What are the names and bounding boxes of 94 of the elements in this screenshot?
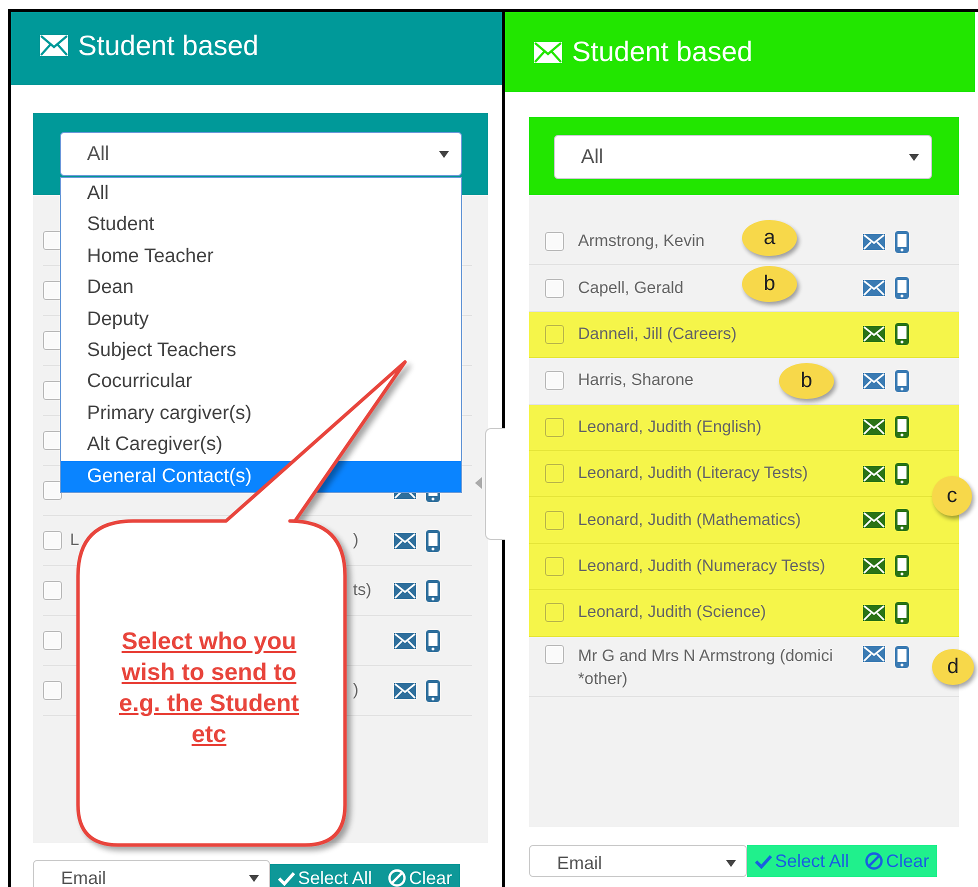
phone-icon[interactable]: [426, 630, 440, 652]
dropdown-option[interactable]: Primary cargiver(s): [61, 398, 461, 430]
phone-icon[interactable]: [895, 509, 909, 532]
recipient-name: L: [70, 530, 80, 551]
phone-icon[interactable]: [895, 646, 909, 668]
panel-title: Student based: [572, 36, 753, 68]
caret-icon: [909, 154, 919, 160]
checkbox[interactable]: [545, 324, 564, 344]
recipient-name: ): [353, 681, 358, 700]
checkbox[interactable]: [545, 510, 564, 530]
phone-icon[interactable]: [895, 555, 909, 578]
mail-icon[interactable]: [863, 604, 885, 621]
recipient-name: Mr G and Mrs N Armstrong (domici *other): [578, 646, 833, 690]
filter-select[interactable]: All: [60, 132, 462, 176]
phone-icon[interactable]: [426, 530, 440, 552]
recipient-name: Leonard, Judith (English): [578, 416, 762, 438]
caret-icon: [439, 150, 449, 158]
phone-icon[interactable]: [895, 416, 909, 438]
phone-icon[interactable]: [895, 230, 909, 253]
callout-text: Select who you wish to send to e.g. the Student etc: [118, 627, 300, 750]
checkbox[interactable]: [545, 644, 564, 664]
clear-icon: [388, 869, 406, 887]
phone-icon[interactable]: [895, 462, 909, 485]
clear-icon: [865, 852, 884, 870]
clear-button[interactable]: Clear: [380, 864, 460, 887]
select-all-button[interactable]: Select All: [747, 845, 858, 877]
annotation-marker: c: [932, 476, 972, 516]
recipient-name: ts): [353, 581, 372, 600]
phone-icon[interactable]: [895, 323, 909, 346]
mail-icon[interactable]: [394, 632, 416, 648]
check-icon: [278, 870, 295, 886]
dropdown-option[interactable]: Subject Teachers: [61, 334, 461, 366]
recipient-name: Leonard, Judith (Science): [578, 602, 766, 624]
mail-icon[interactable]: [394, 582, 416, 598]
phone-icon[interactable]: [895, 602, 909, 624]
annotation-marker: a: [742, 220, 797, 256]
annotation-marker: d: [932, 648, 974, 685]
phone-icon[interactable]: [895, 370, 909, 392]
mail-icon[interactable]: [394, 532, 416, 548]
phone-icon[interactable]: [426, 580, 440, 602]
checkbox[interactable]: [43, 531, 62, 550]
checkbox[interactable]: [545, 371, 564, 390]
channel-select[interactable]: Email: [33, 860, 270, 887]
recipient-name: Harris, Sharone: [578, 370, 694, 392]
recipient-name: Leonard, Judith (Mathematics): [578, 510, 801, 531]
checkbox[interactable]: [43, 681, 62, 700]
mail-icon: [534, 42, 562, 62]
recipient-name: Leonard, Judith (Numeracy Tests): [578, 556, 826, 577]
phone-icon[interactable]: [895, 277, 909, 300]
phone-icon[interactable]: [426, 680, 440, 702]
mail-icon[interactable]: [394, 682, 416, 698]
dropdown-option[interactable]: Deputy: [61, 304, 461, 335]
pointer-icon: [475, 477, 482, 489]
recipient-name: Capell, Gerald: [578, 278, 684, 299]
clear-button[interactable]: Clear: [857, 845, 938, 877]
checkbox[interactable]: [43, 481, 62, 500]
dropdown-option[interactable]: All: [61, 178, 461, 210]
caret-icon: [726, 860, 736, 866]
checkbox[interactable]: [545, 556, 564, 576]
checkbox[interactable]: [43, 631, 62, 650]
mail-icon[interactable]: [863, 372, 885, 389]
checkbox[interactable]: [545, 464, 564, 484]
mail-icon[interactable]: [863, 512, 885, 528]
mail-icon[interactable]: [863, 558, 885, 574]
dropdown-option[interactable]: Alt Caregiver(s): [61, 429, 461, 461]
annotation-marker: b: [742, 266, 797, 302]
dropdown-option[interactable]: Cocurricular: [61, 366, 461, 398]
recipient-name: ): [353, 531, 358, 550]
dropdown-option[interactable]: Home Teacher: [61, 240, 461, 272]
checkbox[interactable]: [545, 418, 564, 437]
mail-icon[interactable]: [863, 419, 885, 436]
mail-icon[interactable]: [863, 234, 885, 250]
recipient-name: Leonard, Judith (Literacy Tests): [578, 463, 808, 484]
check-icon: [755, 854, 772, 868]
recipient-name: Danneli, Jill (Careers): [578, 324, 737, 345]
annotation-marker: b: [779, 362, 834, 399]
mail-icon[interactable]: [863, 326, 885, 342]
channel-select[interactable]: Email: [529, 845, 747, 877]
panel-title: Student based: [78, 30, 259, 62]
filter-select[interactable]: All: [554, 135, 932, 179]
collapse-handle[interactable]: [485, 428, 505, 540]
select-all-button[interactable]: Select All: [270, 864, 380, 887]
mail-icon[interactable]: [863, 280, 885, 296]
recipient-name: Armstrong, Kevin: [578, 231, 705, 252]
mail-icon[interactable]: [863, 646, 885, 662]
dropdown-option[interactable]: Student: [61, 209, 461, 241]
checkbox[interactable]: [545, 278, 564, 298]
checkbox[interactable]: [545, 603, 564, 622]
mail-icon: [40, 35, 68, 56]
dropdown-option[interactable]: Dean: [61, 272, 461, 304]
checkbox[interactable]: [43, 581, 62, 600]
checkbox[interactable]: [545, 232, 564, 252]
caret-icon: [249, 874, 259, 882]
mail-icon[interactable]: [863, 466, 885, 482]
